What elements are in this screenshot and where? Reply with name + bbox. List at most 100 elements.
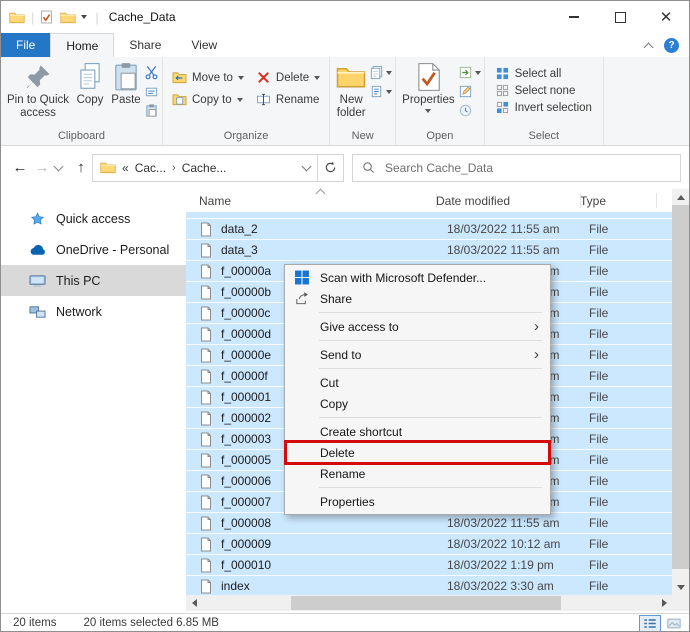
file-page-icon: [200, 474, 212, 489]
edit-icon[interactable]: [458, 84, 473, 99]
copy-to-button[interactable]: Copy to: [172, 93, 244, 106]
search-box[interactable]: [352, 153, 681, 182]
tab-file[interactable]: File: [1, 33, 51, 57]
scroll-left-arrow[interactable]: [186, 595, 203, 611]
cut-icon[interactable]: [144, 65, 159, 80]
paste-shortcut-icon[interactable]: [144, 103, 159, 118]
menu-item-properties[interactable]: Properties: [285, 491, 550, 512]
table-row[interactable]: data_3 18/03/2022 11:55 am File: [186, 240, 672, 261]
paste-button[interactable]: Paste: [108, 60, 144, 130]
caret-down-icon: [386, 70, 393, 75]
address-box[interactable]: « Cac... › Cache...: [92, 153, 318, 182]
move-to-button[interactable]: Move to: [172, 71, 244, 84]
paste-label: Paste: [111, 94, 141, 106]
sidebar-item-this-pc[interactable]: This PC: [1, 265, 186, 296]
select-all-button[interactable]: Select all: [496, 67, 592, 80]
recent-locations-icon[interactable]: [53, 161, 64, 171]
rename-button[interactable]: Rename: [256, 93, 320, 106]
minimize-button[interactable]: [551, 1, 597, 33]
vertical-scroll-thumb[interactable]: [672, 205, 689, 569]
column-divider[interactable]: [580, 193, 581, 208]
file-explorer-window: | | Cache_Data ✕ File Home Share View ? Pin…: [0, 0, 690, 632]
table-row[interactable]: data_2 18/03/2022 11:55 am File: [186, 219, 672, 240]
copy-path-icon[interactable]: [144, 84, 159, 99]
file-type: File: [589, 369, 609, 383]
table-row[interactable]: index 18/03/2022 3:30 am File: [186, 576, 672, 597]
partially-visible-row[interactable]: [186, 212, 672, 219]
easy-access-icon[interactable]: [369, 84, 384, 99]
new-item-icon[interactable]: [369, 65, 384, 80]
sidebar-item-onedrive-personal[interactable]: OneDrive - Personal: [1, 234, 186, 265]
menu-item-copy[interactable]: Copy: [285, 393, 550, 414]
up-button[interactable]: ↑: [70, 159, 92, 176]
tab-share[interactable]: Share: [114, 33, 176, 57]
search-input[interactable]: [383, 159, 671, 176]
breadcrumb-crumb[interactable]: Cac...: [135, 161, 166, 175]
menu-item-share[interactable]: Share: [285, 288, 550, 309]
refresh-button[interactable]: [318, 153, 344, 182]
tab-view[interactable]: View: [176, 33, 232, 57]
delete-button[interactable]: Delete: [256, 71, 321, 84]
submenu-arrow-icon: ›: [534, 346, 539, 363]
history-icon[interactable]: [458, 103, 473, 118]
file-page-icon: [200, 222, 212, 237]
column-divider[interactable]: [656, 193, 657, 208]
file-type: File: [589, 222, 609, 236]
menu-item-delete[interactable]: Delete: [284, 440, 551, 465]
column-header-type[interactable]: Type: [580, 194, 672, 208]
collapse-ribbon-icon[interactable]: [643, 42, 654, 52]
invert-selection-button[interactable]: Invert selection: [496, 101, 592, 114]
column-header-date-modified[interactable]: Date modified: [436, 194, 580, 208]
forward-button[interactable]: →: [31, 159, 53, 176]
thumbnails-view-button[interactable]: [663, 615, 685, 632]
column-divider[interactable]: [436, 193, 437, 208]
file-type: File: [589, 558, 609, 572]
table-row[interactable]: f_000009 18/03/2022 10:12 am File: [186, 534, 672, 555]
menu-item-scan-with-microsoft-defender[interactable]: Scan with Microsoft Defender...: [285, 267, 550, 288]
breadcrumb-crumb[interactable]: Cache...: [182, 161, 227, 175]
new-folder-quick-icon[interactable]: [60, 11, 76, 24]
select-option-label: Select none: [514, 84, 576, 97]
file-page-icon: [200, 306, 212, 321]
open-icon[interactable]: [458, 65, 473, 80]
select-none-button[interactable]: Select none: [496, 84, 592, 97]
maximize-button[interactable]: [597, 1, 643, 33]
back-button[interactable]: ←: [9, 159, 31, 176]
file-type: File: [589, 243, 609, 257]
file-name: index: [221, 579, 250, 593]
address-dropdown-icon[interactable]: [301, 161, 312, 171]
new-folder-button[interactable]: New folder: [333, 60, 369, 130]
column-header-name[interactable]: Name: [186, 194, 436, 208]
quick-access-toolbar-caret-icon[interactable]: [81, 15, 88, 19]
tab-home[interactable]: Home: [50, 33, 115, 57]
menu-item-rename[interactable]: Rename: [285, 463, 550, 484]
properties-button[interactable]: Properties: [399, 60, 457, 130]
sidebar-item-network[interactable]: Network: [1, 296, 186, 327]
breadcrumb-overflow[interactable]: «: [122, 161, 129, 175]
scroll-down-arrow[interactable]: [672, 579, 689, 595]
vertical-scrollbar[interactable]: [672, 189, 689, 595]
horizontal-scroll-thumb[interactable]: [291, 596, 561, 610]
details-view-button[interactable]: [639, 614, 661, 631]
scroll-up-arrow[interactable]: [672, 189, 689, 205]
table-row[interactable]: f_000010 18/03/2022 1:19 pm File: [186, 555, 672, 576]
menu-separator: [319, 368, 542, 369]
copy-button[interactable]: Copy: [72, 60, 108, 130]
close-button[interactable]: ✕: [643, 1, 689, 33]
horizontal-scrollbar[interactable]: [186, 595, 672, 611]
menu-item-give-access-to[interactable]: Give access to ›: [285, 316, 550, 337]
table-row[interactable]: f_000008 18/03/2022 11:55 am File: [186, 513, 672, 534]
sidebar-item-label: Network: [56, 304, 102, 319]
new-folder-label-2: folder: [336, 107, 366, 120]
sidebar-item-quick-access[interactable]: Quick access: [1, 203, 186, 234]
caret-down-icon: [237, 75, 244, 80]
help-icon[interactable]: ?: [664, 38, 679, 53]
menu-item-label: Create shortcut: [320, 424, 403, 439]
menu-item-cut[interactable]: Cut: [285, 372, 550, 393]
properties-quick-icon[interactable]: [40, 10, 53, 24]
pin-to-quick-access-button[interactable]: Pin to Quick access: [4, 60, 72, 130]
scrollbar-corner: [672, 595, 689, 611]
menu-item-create-shortcut[interactable]: Create shortcut: [285, 421, 550, 442]
menu-item-send-to[interactable]: Send to ›: [285, 344, 550, 365]
scroll-right-arrow[interactable]: [662, 599, 667, 607]
